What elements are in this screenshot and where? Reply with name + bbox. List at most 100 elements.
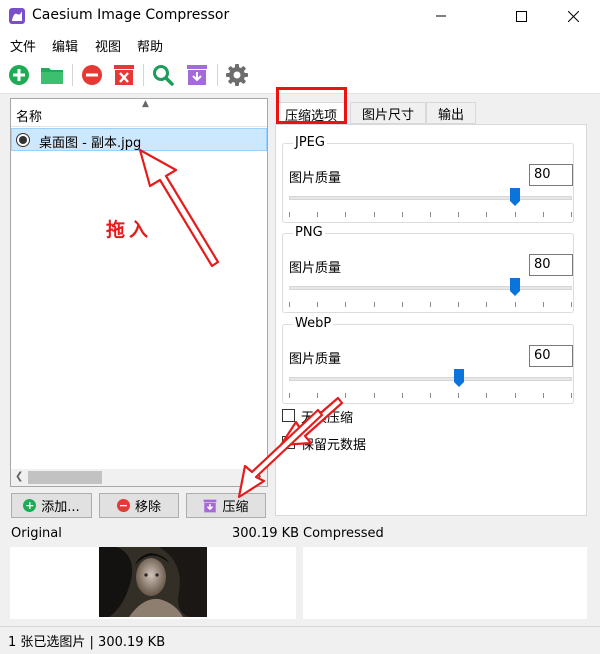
tab-label: 图片尺寸 [361, 107, 414, 123]
list-item[interactable]: 桌面图 - 副本.jpg [11, 128, 267, 151]
slider-tick [543, 212, 544, 217]
slider-tick [345, 393, 346, 398]
jpeg-quality-input[interactable]: 80 [529, 164, 573, 186]
slider-thumb[interactable] [510, 278, 521, 296]
slider-tick [515, 212, 516, 217]
compress-icon [204, 499, 217, 512]
keep-metadata-label: 保留元数据 [301, 438, 367, 453]
slider-tick [486, 393, 487, 398]
open-folder-button[interactable] [39, 62, 65, 88]
scrollbar-thumb[interactable] [28, 471, 102, 484]
close-icon [567, 10, 579, 22]
toolbar-separator [72, 64, 73, 86]
slider-tick [543, 302, 544, 307]
status-text: 1 张已选图片 | 300.19 KB [8, 635, 166, 650]
window-title: Caesium Image Compressor [32, 7, 230, 23]
close-button[interactable] [550, 0, 596, 32]
search-button[interactable] [150, 62, 176, 88]
quality-label: 图片质量 [289, 352, 342, 367]
slider-thumb[interactable] [453, 369, 464, 387]
slider-tick [317, 393, 318, 398]
slider-tick [374, 393, 375, 398]
slider-tick [345, 302, 346, 307]
menu-edit[interactable]: 编辑 [52, 36, 78, 55]
slider-tick [543, 393, 544, 398]
title-bar: Caesium Image Compressor [0, 0, 600, 32]
compressed-label: Compressed [303, 526, 384, 541]
remove-button-label: 移除 [134, 500, 161, 515]
slider-track[interactable] [289, 196, 572, 200]
tab-image-size[interactable]: 图片尺寸 [350, 102, 426, 124]
menu-bar: 文件 编辑 视图 帮助 [0, 32, 600, 56]
group-title: PNG [293, 225, 325, 240]
compression-options-pane: JPEG 图片质量 80 PNG 图片质量 80 WebP 图片质量 60 无损… [275, 124, 587, 516]
horizontal-scrollbar[interactable]: ❮ ❯ [11, 469, 267, 486]
original-thumbnail [99, 547, 207, 617]
remove-button-toolbar[interactable] [79, 62, 105, 88]
menu-view[interactable]: 视图 [95, 36, 121, 55]
webp-quality-input[interactable]: 60 [529, 345, 573, 367]
add-icon: + [23, 499, 37, 512]
compress-button[interactable]: 压缩 [186, 493, 266, 518]
slider-tick [289, 302, 290, 307]
settings-icon [226, 64, 248, 86]
slider-tick [317, 212, 318, 217]
column-name-label: 名称 [16, 110, 43, 125]
slider-tick [515, 302, 516, 307]
slider-tick [458, 393, 459, 398]
slider-thumb[interactable] [510, 188, 521, 206]
menu-file[interactable]: 文件 [10, 36, 36, 55]
toolbar-separator [143, 64, 144, 86]
slider-tick [430, 212, 431, 217]
jpeg-group: JPEG 图片质量 80 [282, 135, 574, 223]
slider-tick [515, 393, 516, 398]
clear-icon [114, 65, 134, 85]
group-title: JPEG [293, 135, 327, 150]
minimize-button[interactable] [418, 0, 464, 32]
maximize-icon [515, 10, 527, 22]
webp-group: WebP 图片质量 60 [282, 316, 574, 404]
remove-icon [82, 65, 102, 85]
add-button[interactable]: + 添加... [11, 493, 92, 518]
settings-button[interactable] [224, 62, 250, 88]
slider-tick [402, 302, 403, 307]
file-name: 桌面图 - 副本.jpg [39, 136, 142, 151]
slider-tick [289, 212, 290, 217]
tab-label: 输出 [437, 107, 464, 123]
keep-metadata-checkbox[interactable] [282, 436, 295, 449]
scroll-left-icon[interactable]: ❮ [15, 471, 23, 482]
scroll-right-icon[interactable]: ❯ [254, 471, 262, 482]
original-size: 300.19 KB [232, 526, 300, 541]
slider-track[interactable] [289, 377, 572, 381]
sort-ascending-icon: ▲ [142, 99, 149, 109]
annotation-highlight-box [276, 87, 347, 124]
lossless-label: 无损压缩 [301, 411, 354, 426]
tab-output[interactable]: 输出 [426, 102, 476, 124]
minimize-icon [436, 15, 446, 17]
png-quality-input[interactable]: 80 [529, 254, 573, 276]
quality-label: 图片质量 [289, 171, 342, 186]
checkmark-icon [283, 438, 294, 447]
slider-tick [374, 212, 375, 217]
add-files-button[interactable] [6, 62, 32, 88]
group-title: WebP [293, 316, 334, 331]
lossless-checkbox[interactable] [282, 409, 295, 422]
add-button-label: 添加... [41, 500, 80, 515]
slider-tick [374, 302, 375, 307]
quality-label: 图片质量 [289, 261, 342, 276]
toolbar-separator [217, 64, 218, 86]
menu-help[interactable]: 帮助 [137, 36, 163, 55]
file-list[interactable]: 名称 ▲ 桌面图 - 副本.jpg ❮ ❯ [10, 98, 268, 487]
remove-button[interactable]: − 移除 [99, 493, 179, 518]
slider-track[interactable] [289, 286, 572, 290]
search-icon [153, 65, 174, 86]
slider-tick [430, 393, 431, 398]
maximize-button[interactable] [498, 0, 544, 32]
compress-button-toolbar[interactable] [184, 62, 210, 88]
png-group: PNG 图片质量 80 [282, 225, 574, 313]
slider-tick [289, 393, 290, 398]
status-bar: 1 张已选图片 | 300.19 KB [0, 626, 600, 654]
original-label: Original [11, 526, 62, 541]
clear-list-button[interactable] [111, 62, 137, 88]
list-column-header[interactable]: 名称 ▲ [11, 99, 267, 127]
